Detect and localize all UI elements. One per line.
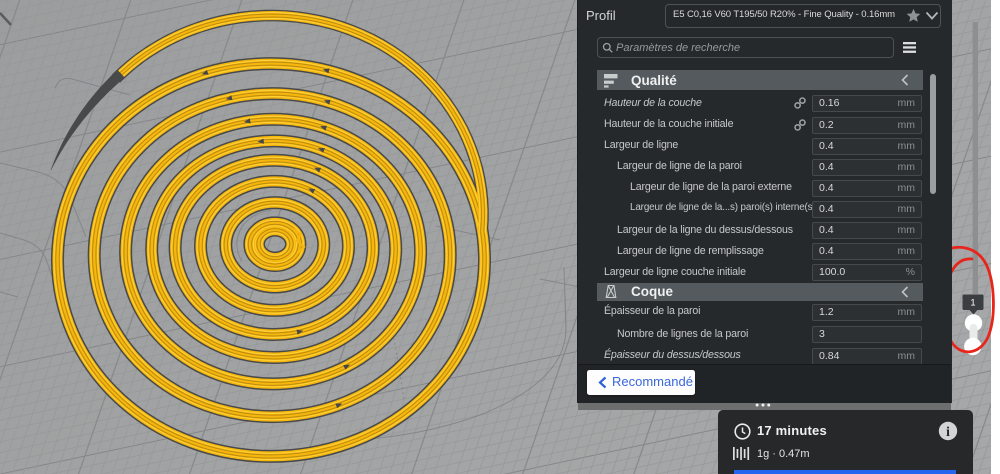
- svg-text:1: 1: [970, 298, 975, 308]
- svg-text:i: i: [946, 424, 950, 439]
